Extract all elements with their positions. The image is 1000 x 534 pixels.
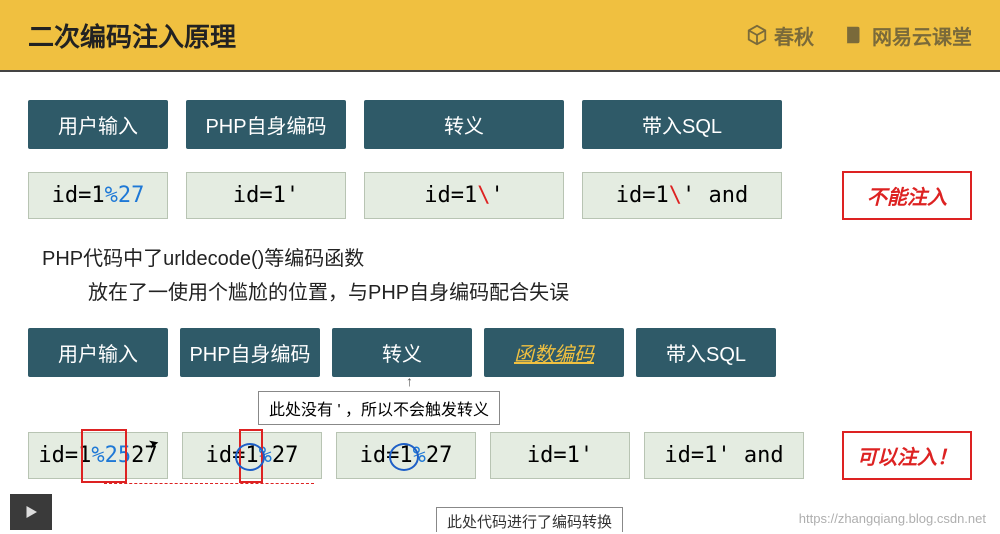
header-escape: 转义 bbox=[332, 328, 472, 377]
row-headers-1: 用户输入 PHP自身编码 转义 带入SQL bbox=[28, 100, 972, 149]
cell-2: id=1' bbox=[186, 172, 346, 219]
result-cannot-inject: 不能注入 bbox=[842, 171, 972, 220]
row-headers-2: 用户输入 PHP自身编码 转义 函数编码 带入SQL bbox=[28, 328, 972, 377]
header-sql: 带入SQL bbox=[582, 100, 782, 149]
callout-recode: 此处代码进行了编码转换 bbox=[436, 507, 623, 532]
arrow-up-icon: ↑ bbox=[406, 373, 413, 389]
explanation: PHP代码中了urldecode()等编码函数 放在了一使用个尴尬的位置，与PH… bbox=[42, 242, 972, 310]
dash-connector bbox=[104, 483, 314, 484]
row-values-2: id=1%2527 ➤ id=1%27 id=1%27 id=1' id=1' … bbox=[28, 431, 972, 480]
cell-4: id=1\' and bbox=[582, 172, 782, 219]
header-php-decode: PHP自身编码 bbox=[186, 100, 346, 149]
explain-line-1: PHP代码中了urldecode()等编码函数 bbox=[42, 242, 972, 276]
header-sql: 带入SQL bbox=[636, 328, 776, 377]
cell-2: id=1%27 bbox=[182, 432, 322, 479]
header: 二次编码注入原理 春秋 网易云课堂 bbox=[0, 0, 1000, 72]
cell-3: id=1\' bbox=[364, 172, 564, 219]
row-values-1: id=1%27 id=1' id=1\' id=1\' and 不能注入 bbox=[28, 171, 972, 220]
book-icon bbox=[842, 24, 866, 46]
header-escape: 转义 bbox=[364, 100, 564, 149]
explain-line-2: 放在了一使用个尴尬的位置，与PHP自身编码配合失误 bbox=[88, 276, 972, 310]
header-logos: 春秋 网易云课堂 bbox=[746, 21, 972, 50]
header-func-decode: 函数编码 bbox=[484, 328, 624, 377]
logo-netease: 网易云课堂 bbox=[842, 21, 972, 50]
content: 用户输入 PHP自身编码 转义 带入SQL id=1%27 id=1' id=1… bbox=[0, 72, 1000, 480]
cube-icon bbox=[746, 24, 768, 46]
logo-text: 春秋 bbox=[774, 21, 814, 50]
header-user-input: 用户输入 bbox=[28, 328, 168, 377]
play-icon bbox=[22, 503, 40, 521]
page-title: 二次编码注入原理 bbox=[28, 17, 236, 54]
cell-3: id=1%27 bbox=[336, 432, 476, 479]
cell-1: id=1%27 bbox=[28, 172, 168, 219]
logo-chunqiu: 春秋 bbox=[746, 21, 814, 50]
watermark: https://zhangqiang.blog.csdn.net bbox=[799, 511, 986, 526]
cell-5: id=1' and bbox=[644, 432, 804, 479]
cell-1: id=1%2527 ➤ bbox=[28, 432, 168, 479]
logo-text: 网易云课堂 bbox=[872, 21, 972, 50]
cell-4: id=1' bbox=[490, 432, 630, 479]
callout-no-quote: 此处没有 ' ，所以不会触发转义 bbox=[258, 391, 500, 425]
header-php-decode: PHP自身编码 bbox=[180, 328, 320, 377]
header-user-input: 用户输入 bbox=[28, 100, 168, 149]
result-can-inject: 可以注入！ bbox=[842, 431, 972, 480]
callout-wrap: 此处没有 ' ，所以不会触发转义 ↑ bbox=[28, 383, 972, 431]
play-button[interactable] bbox=[10, 494, 52, 530]
